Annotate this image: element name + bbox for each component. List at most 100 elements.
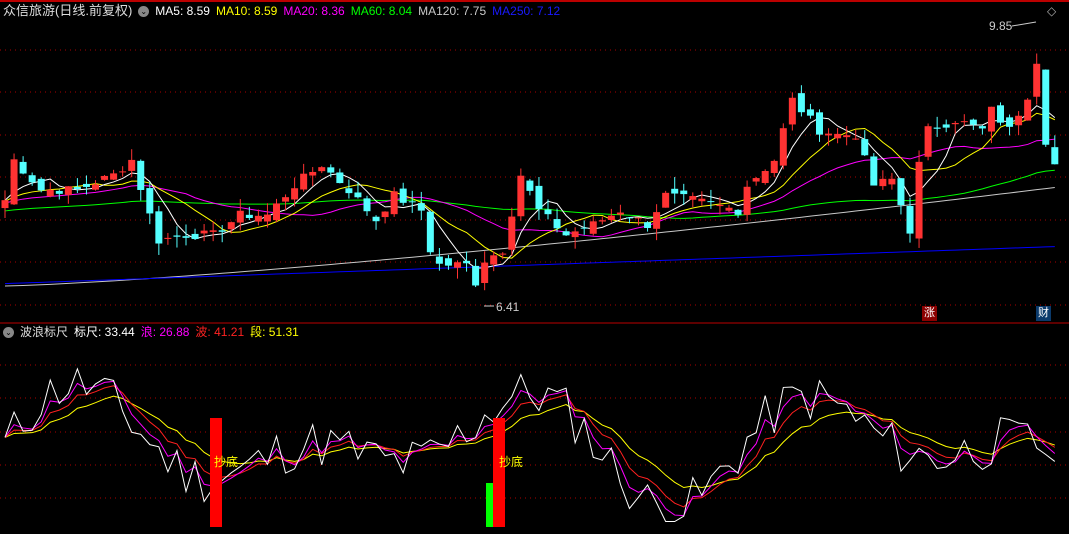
candle-body [390,191,398,215]
candle-body [101,175,109,180]
candle-body [327,167,335,173]
candle-body [1,200,9,209]
candle-body [806,109,814,116]
signal-label: 抄底 [214,455,239,469]
high-price-label: 9.85 [989,19,1013,33]
candle-body [444,258,452,266]
indicator-title: 波浪标尺 [20,325,69,339]
candle-body [978,126,986,129]
candle-body [924,126,932,157]
candle-body [209,230,217,232]
candle-body [834,133,842,139]
candle-body [689,196,697,200]
candle-body [517,175,525,217]
candle-body [372,216,380,222]
candle-body [191,233,199,240]
limit-up-tag[interactable]: 涨 [922,306,937,321]
candle-body [236,210,244,223]
candle-body [716,204,724,207]
candle-body [607,215,615,220]
candle-body [553,219,561,229]
candle-body [354,192,362,198]
candle-body [743,186,751,215]
candle-body [481,262,489,284]
candle-body [816,112,823,135]
candle-body [662,192,670,208]
candle-body [960,121,968,123]
candle-body [870,156,878,186]
diamond-icon[interactable]: ◇ [1047,4,1056,18]
candle-body [725,207,733,211]
candle-body [942,124,950,128]
candle-body [562,231,570,236]
candle-body [300,173,308,190]
indicator-value: 浪: 26.88 [140,325,190,339]
segment-line [4,395,1055,489]
buy-signal-bar [210,418,222,527]
candle-body [879,178,887,187]
ma120-line [4,186,1055,287]
ma-label: MA250: 7.12 [492,4,561,18]
ma-label: MA60: 8.04 [350,4,413,18]
candle-body [318,167,326,172]
candle-body [345,188,353,194]
candle-body [55,190,63,194]
candle-body [625,217,633,219]
candle-body [653,212,661,229]
finance-tag[interactable]: 财 [1036,306,1051,321]
candle-body [64,186,72,195]
ma-label: MA120: 7.75 [418,4,487,18]
candle-body [997,105,1004,123]
candle-body [37,178,45,191]
candle-body [779,128,787,166]
green-signal-bar [486,483,493,527]
stock-title: 众信旅游(日线.前复权) [3,3,133,18]
candle-body [173,235,181,237]
candle-body [426,211,434,253]
candle-body [273,203,280,221]
candle-body [92,184,99,190]
candle-body [254,215,262,222]
candle-body [10,159,18,205]
candle-body [245,214,253,218]
candle-body [200,230,208,234]
candle-body [435,256,443,264]
candle-body [825,133,833,136]
candle-body [969,119,977,125]
ma250-line [4,246,1055,285]
candle-body [28,175,36,183]
indicator-header: ⌄ 波浪标尺 标尺: 33.44 浪: 26.88 波: 41.21 段: 51… [3,322,305,342]
dropdown-chevron-icon[interactable]: ⌄ [3,326,14,338]
ma-label: MA5: 8.59 [155,4,210,18]
candle-body [888,178,896,185]
candle-body [119,171,127,173]
candle-body [635,217,642,219]
candle-body [263,214,271,222]
candle-body [843,135,851,138]
indicator-value: 段: 51.31 [250,325,299,339]
candle-body [454,262,461,268]
candle-body [472,265,480,286]
candle-body [589,221,597,234]
candle-body [580,227,588,229]
candle-body [680,190,688,195]
candle-body [82,183,90,187]
candle-body [309,171,317,176]
candle-body [644,222,652,228]
signal-label: 抄底 [499,455,524,469]
candle-body [571,231,579,238]
candle-body [544,209,552,215]
candle-body [490,255,498,265]
candle-body [933,127,941,129]
candle-body [417,203,425,211]
candle-body [797,93,805,113]
candle-body [897,178,905,206]
candle-body [1024,99,1032,121]
dropdown-chevron-icon[interactable]: ⌄ [138,5,150,17]
candle-body [155,211,163,244]
candle-body [535,185,543,209]
candle-body [1051,147,1059,165]
candle-body [852,138,860,140]
candle-body [1015,115,1023,126]
indicator-value: 标尺: 33.44 [74,325,135,339]
